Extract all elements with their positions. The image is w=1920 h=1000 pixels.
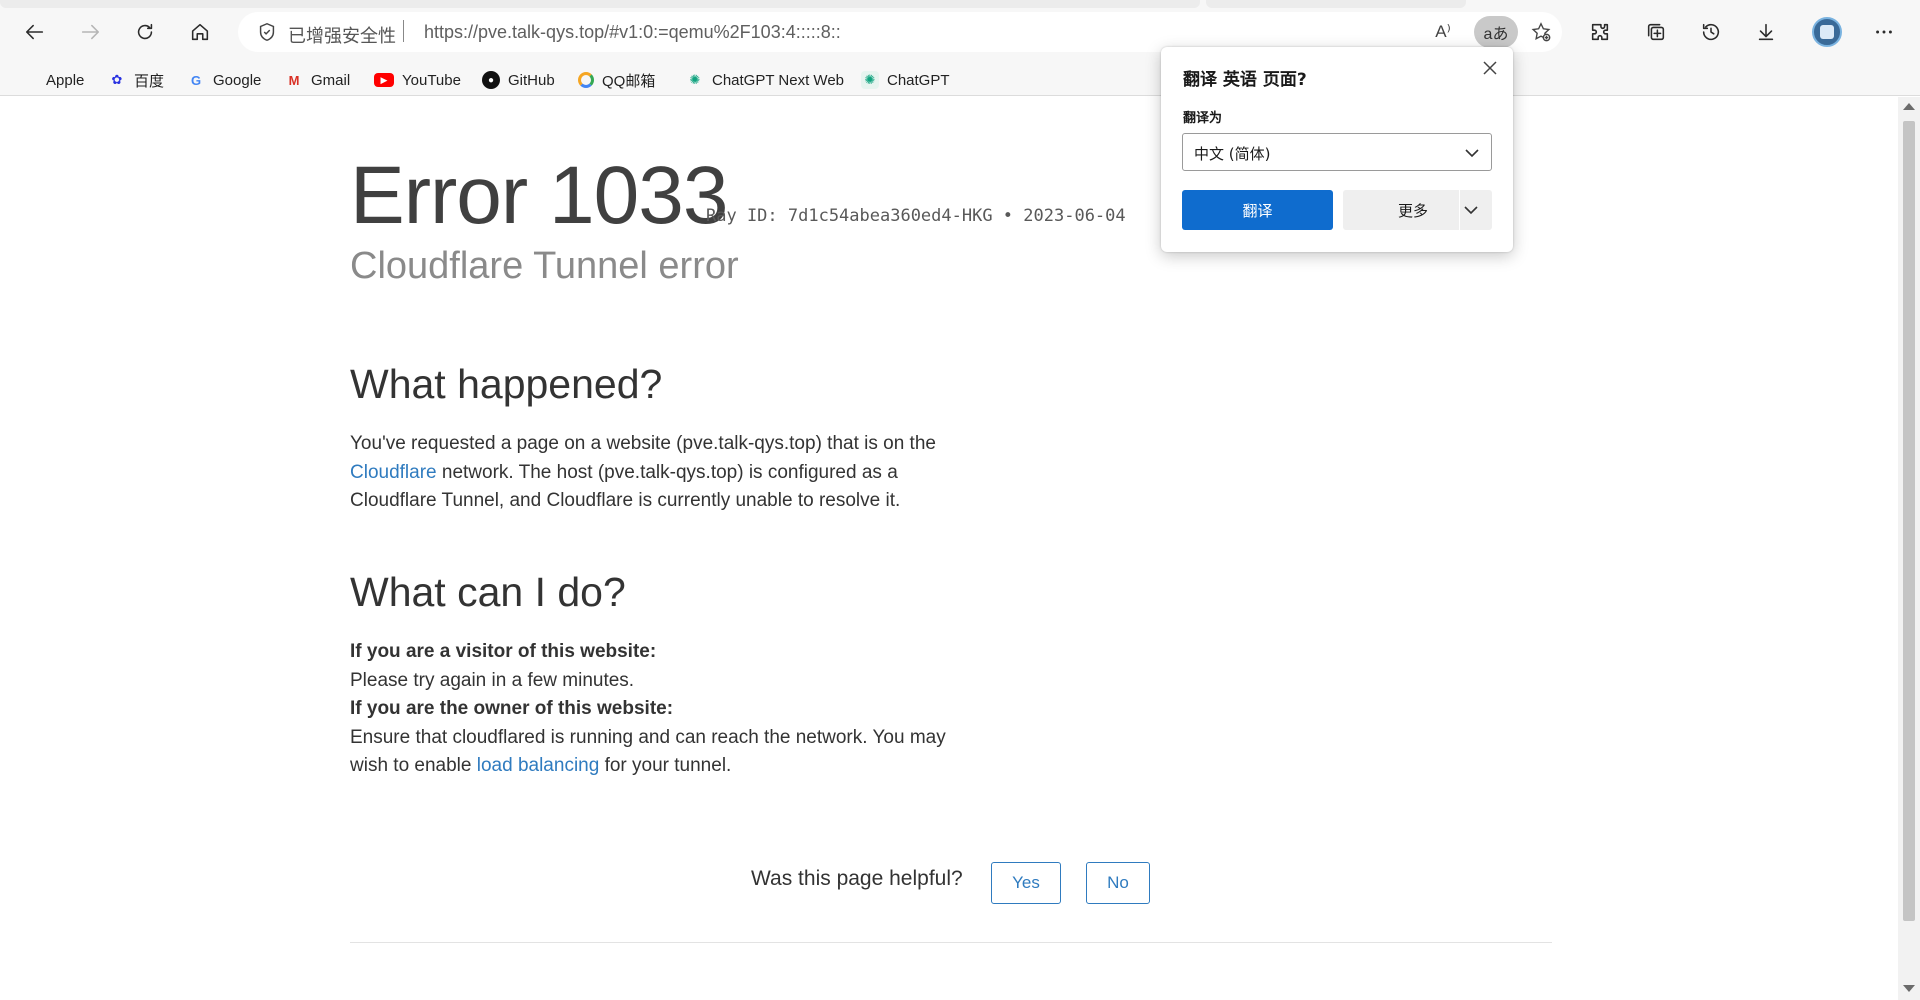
- bookmark-label: GitHub: [508, 71, 555, 89]
- bookmark-label: Gmail: [311, 71, 351, 89]
- text: for your tunnel.: [599, 755, 732, 776]
- downloads-button[interactable]: [1748, 14, 1784, 50]
- bookmark-github[interactable]: ● GitHub: [482, 69, 555, 91]
- error-subtitle: Cloudflare Tunnel error: [350, 245, 739, 287]
- cloudflare-link[interactable]: Cloudflare: [350, 462, 437, 483]
- scroll-thumb[interactable]: [1903, 121, 1915, 921]
- ray-id: Ray ID: 7d1c54abea360ed4-HKG • 2023-06-0…: [706, 206, 1126, 226]
- what-can-i-do-text: If you are a visitor of this website: Pl…: [350, 638, 950, 781]
- shield-icon[interactable]: [256, 21, 278, 43]
- profile-button[interactable]: [1809, 14, 1845, 50]
- translate-confirm-button[interactable]: 翻译: [1182, 190, 1333, 230]
- owner-text: Ensure that cloudflared is running and c…: [350, 724, 950, 781]
- qqmail-icon: [578, 72, 594, 88]
- back-button[interactable]: [17, 14, 53, 50]
- bookmark-label: ChatGPT: [887, 71, 950, 89]
- refresh-button[interactable]: [127, 14, 163, 50]
- bookmark-label: YouTube: [402, 71, 461, 89]
- github-icon: ●: [482, 71, 500, 89]
- arrow-left-icon: [25, 24, 44, 40]
- bookmark-label: Apple: [46, 71, 85, 89]
- arrow-right-icon: [81, 24, 100, 40]
- star-add-icon: [1531, 22, 1551, 42]
- what-happened-text: You've requested a page on a website (pv…: [350, 430, 950, 516]
- vertical-scrollbar[interactable]: [1898, 97, 1920, 1000]
- chevron-down-icon: [1463, 144, 1481, 162]
- chatgpt-next-icon: ✺: [689, 72, 701, 87]
- popup-close-button[interactable]: [1477, 55, 1503, 81]
- divider: [350, 942, 1552, 943]
- bookmark-chatgpt[interactable]: ✺ ChatGPT: [861, 69, 950, 91]
- read-aloud-icon: A⁾: [1435, 22, 1451, 41]
- bookmark-qqmail[interactable]: QQ邮箱: [578, 69, 655, 91]
- bookmark-apple[interactable]: Apple: [20, 69, 84, 91]
- more-options-button[interactable]: 更多: [1343, 190, 1492, 230]
- bookmarks-bar: Apple ✿ 百度 G Google M Gmail ▶ YouTube ● …: [0, 62, 1920, 96]
- owner-label: If you are the owner of this website:: [350, 698, 674, 719]
- tab-strip-edge: [0, 0, 1200, 8]
- chatgpt-icon: ✺: [861, 71, 879, 89]
- url-text[interactable]: https://pve.talk-qys.top/#v1:0:=qemu%2F1…: [424, 22, 841, 43]
- more-options-label: 更多: [1398, 202, 1429, 220]
- visitor-text: Please try again in a few minutes.: [350, 669, 635, 691]
- tab-strip-edge: [1206, 0, 1466, 8]
- menu-button[interactable]: [1866, 14, 1902, 50]
- extensions-button[interactable]: [1582, 14, 1618, 50]
- feedback-no-button[interactable]: No: [1086, 862, 1150, 904]
- download-icon: [1758, 23, 1774, 41]
- bookmark-baidu[interactable]: ✿ 百度: [108, 69, 164, 91]
- load-balancing-link[interactable]: load balancing: [477, 755, 600, 776]
- chevron-down-icon[interactable]: [1462, 201, 1480, 219]
- scroll-down-arrow-icon[interactable]: [1903, 985, 1915, 992]
- home-button[interactable]: [182, 14, 218, 50]
- text: You've requested a page on a website (pv…: [350, 433, 936, 454]
- bookmark-label: 百度: [134, 72, 165, 90]
- popup-title: 翻译 英语 页面?: [1183, 70, 1307, 90]
- address-bar[interactable]: 已增强安全性 https://pve.talk-qys.top/#v1:0:=q…: [238, 12, 1562, 52]
- browser-toolbar: 已增强安全性 https://pve.talk-qys.top/#v1:0:=q…: [0, 0, 1920, 62]
- youtube-icon: ▶: [374, 73, 394, 87]
- scroll-up-arrow-icon[interactable]: [1903, 103, 1915, 110]
- translate-popup: 翻译 英语 页面? 翻译为 中文 (简体) 翻译 更多: [1161, 47, 1513, 252]
- avatar: [1812, 17, 1842, 47]
- translate-icon: aあ: [1483, 26, 1509, 43]
- page-content: Error 1033 Ray ID: 7d1c54abea360ed4-HKG …: [0, 97, 1898, 1000]
- bookmark-gmail[interactable]: M Gmail: [285, 69, 351, 91]
- error-title: Error 1033: [350, 150, 728, 241]
- split-divider: [1459, 190, 1460, 230]
- puzzle-icon: [1591, 23, 1609, 41]
- security-label[interactable]: 已增强安全性: [288, 22, 396, 48]
- refresh-icon: [137, 23, 153, 40]
- bookmark-label: QQ邮箱: [602, 72, 656, 90]
- history-button[interactable]: [1693, 14, 1729, 50]
- forward-button[interactable]: [72, 14, 108, 50]
- visitor-label: If you are a visitor of this website:: [350, 641, 657, 662]
- bookmark-google[interactable]: G Google: [187, 69, 261, 91]
- what-happened-heading: What happened?: [350, 361, 663, 407]
- what-can-i-do-heading: What can I do?: [350, 569, 626, 615]
- bookmark-youtube[interactable]: ▶ YouTube: [374, 69, 461, 91]
- feedback-yes-button[interactable]: Yes: [991, 862, 1061, 904]
- collections-icon: [1647, 23, 1665, 41]
- address-separator: [403, 20, 404, 42]
- collections-button[interactable]: [1638, 14, 1674, 50]
- read-aloud-button[interactable]: A⁾: [1430, 19, 1456, 45]
- google-icon: G: [190, 72, 202, 88]
- apple-icon: [20, 71, 38, 89]
- close-icon: [1483, 61, 1497, 75]
- favorite-button[interactable]: [1528, 19, 1554, 45]
- bookmark-label: Google: [213, 71, 262, 89]
- more-horizontal-icon: [1876, 30, 1892, 34]
- target-language-select[interactable]: 中文 (简体): [1182, 133, 1492, 171]
- target-language-label: 翻译为: [1183, 111, 1223, 126]
- baidu-icon: ✿: [111, 72, 123, 87]
- home-icon: [191, 23, 209, 41]
- translate-button[interactable]: aあ: [1474, 16, 1518, 48]
- gmail-icon: M: [288, 72, 300, 88]
- bookmark-label: ChatGPT Next Web: [712, 71, 844, 89]
- bookmark-chatgpt-next-web[interactable]: ✺ ChatGPT Next Web: [686, 69, 844, 91]
- target-language-value: 中文 (简体): [1194, 145, 1271, 163]
- feedback-question: Was this page helpful?: [751, 867, 963, 890]
- history-icon: [1702, 23, 1720, 41]
